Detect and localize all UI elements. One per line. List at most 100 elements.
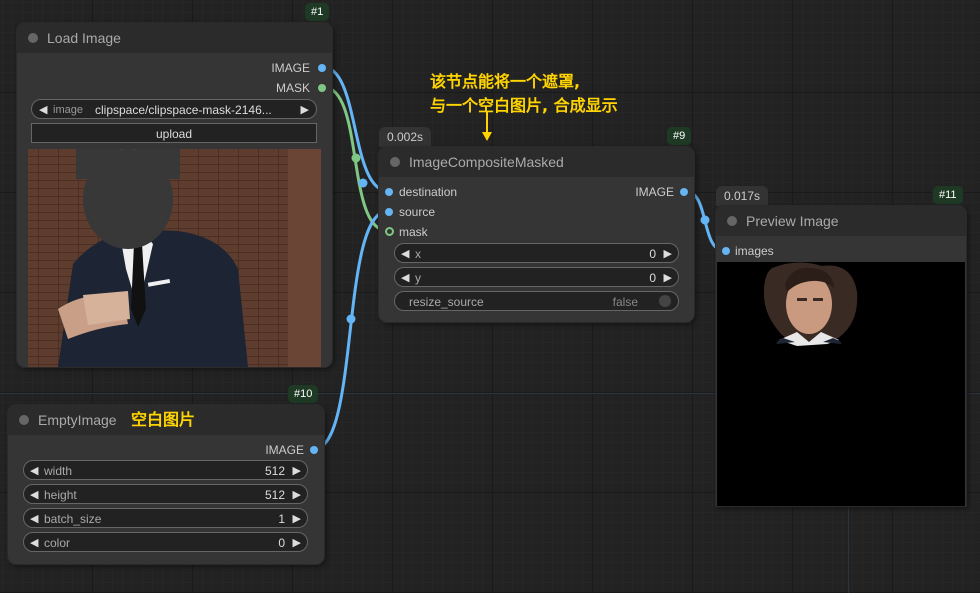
node-id-badge: #9 xyxy=(667,127,692,145)
widget-value: 0 xyxy=(649,271,656,285)
widget-value: 512 xyxy=(264,488,285,502)
execution-time-badge: 0.017s xyxy=(716,186,769,206)
widget-value: 512 xyxy=(264,464,285,478)
height-number-widget[interactable]: ◀ height 512 ▶ xyxy=(23,484,308,504)
link-midpoint[interactable] xyxy=(346,314,356,324)
widget-value: clipspace/clipspace-mask-2146... xyxy=(95,103,272,117)
widget-value: 0 xyxy=(649,247,656,261)
load-image-node[interactable]: Load Image IMAGE MASK ◀ image clipspace/… xyxy=(17,23,332,367)
input-label: source xyxy=(399,205,436,219)
link-midpoint[interactable] xyxy=(358,178,368,188)
input-slot-mask[interactable]: mask xyxy=(385,225,428,239)
collapse-dot-icon[interactable] xyxy=(19,415,29,425)
annotation-text: 该节点能将一个遮罩, 与一个空白图片, 合成显示 xyxy=(430,70,618,118)
preview-output-image xyxy=(717,262,965,506)
collapse-dot-icon[interactable] xyxy=(727,216,737,226)
output-pin-icon[interactable] xyxy=(310,446,318,454)
collapse-dot-icon[interactable] xyxy=(28,33,38,43)
y-number-widget[interactable]: ◀ y 0 ▶ xyxy=(394,267,679,287)
suit-photo-image xyxy=(28,149,321,367)
input-slot-source[interactable]: source xyxy=(385,205,436,219)
input-slot-images[interactable]: images xyxy=(722,244,774,258)
widget-label: x xyxy=(415,247,421,261)
output-label: IMAGE xyxy=(635,185,674,199)
arrow-right-icon[interactable]: ▶ xyxy=(293,485,301,505)
node-title: Load Image xyxy=(47,30,121,46)
arrow-left-icon[interactable]: ◀ xyxy=(401,244,409,264)
input-pin-icon[interactable] xyxy=(385,208,393,216)
node-id-badge: #11 xyxy=(933,186,963,204)
arrow-left-icon[interactable]: ◀ xyxy=(39,100,47,120)
arrow-right-icon[interactable]: ▶ xyxy=(293,533,301,553)
input-label: destination xyxy=(399,185,458,199)
image-composite-masked-node[interactable]: ImageCompositeMasked destination source … xyxy=(379,147,694,322)
annotation-line-1: 该节点能将一个遮罩, xyxy=(430,72,581,91)
node-title: EmptyImage xyxy=(38,412,117,428)
widget-label: height xyxy=(44,488,77,502)
widget-label: y xyxy=(415,271,421,285)
collapse-dot-icon[interactable] xyxy=(390,157,400,167)
widget-value: false xyxy=(612,295,638,309)
face-composite-image xyxy=(763,262,858,346)
arrow-right-icon[interactable]: ▶ xyxy=(293,461,301,481)
widget-value: 1 xyxy=(278,512,285,526)
input-slot-destination[interactable]: destination xyxy=(385,185,458,199)
arrow-right-icon[interactable]: ▶ xyxy=(664,244,672,264)
output-slot-image[interactable]: IMAGE xyxy=(265,443,318,457)
execution-time-badge: 0.002s xyxy=(379,127,432,147)
grid-axis-line-vertical xyxy=(848,505,849,593)
widget-label: resize_source xyxy=(409,295,484,309)
image-select-widget[interactable]: ◀ image clipspace/clipspace-mask-2146...… xyxy=(31,99,317,119)
output-slot-mask[interactable]: MASK xyxy=(275,81,326,95)
arrow-left-icon[interactable]: ◀ xyxy=(30,533,38,553)
arrow-left-icon[interactable]: ◀ xyxy=(401,268,409,288)
batch-size-number-widget[interactable]: ◀ batch_size 1 ▶ xyxy=(23,508,308,528)
node-title: Preview Image xyxy=(746,213,839,229)
empty-image-node[interactable]: EmptyImage 空白图片 IMAGE ◀ width 512 ▶ ◀ he… xyxy=(8,405,324,564)
node-title-bar[interactable]: ImageCompositeMasked xyxy=(379,147,694,177)
x-number-widget[interactable]: ◀ x 0 ▶ xyxy=(394,243,679,263)
input-pin-icon[interactable] xyxy=(385,188,393,196)
node-canvas[interactable]: 该节点能将一个遮罩, 与一个空白图片, 合成显示 #1 Load Image I… xyxy=(0,0,980,593)
arrow-right-icon[interactable]: ▶ xyxy=(301,100,309,120)
node-id-badge: #1 xyxy=(305,3,330,21)
node-id-badge: #10 xyxy=(288,385,319,403)
output-label: MASK xyxy=(275,81,310,95)
input-pin-icon[interactable] xyxy=(385,227,394,236)
output-pin-icon[interactable] xyxy=(318,84,326,92)
arrow-left-icon[interactable]: ◀ xyxy=(30,461,38,481)
output-slot-image[interactable]: IMAGE xyxy=(271,61,326,75)
widget-label: color xyxy=(44,536,71,550)
arrow-right-icon[interactable]: ▶ xyxy=(293,509,301,529)
arrow-right-icon[interactable]: ▶ xyxy=(664,268,672,288)
arrow-left-icon[interactable]: ◀ xyxy=(30,509,38,529)
link-midpoint[interactable] xyxy=(700,215,710,225)
output-slot-image[interactable]: IMAGE xyxy=(635,185,688,199)
input-pin-icon[interactable] xyxy=(722,247,730,255)
toggle-knob-icon[interactable] xyxy=(659,295,671,307)
widget-label: width xyxy=(44,464,73,478)
image-preview xyxy=(28,149,321,367)
widget-label: batch_size xyxy=(44,512,102,526)
output-pin-icon[interactable] xyxy=(680,188,688,196)
input-label: mask xyxy=(399,225,428,239)
widget-label: image xyxy=(53,104,83,116)
annotation-line-2: 与一个空白图片, 合成显示 xyxy=(430,96,618,115)
node-title-bar[interactable]: EmptyImage 空白图片 xyxy=(8,405,324,435)
widget-value: 0 xyxy=(278,536,285,550)
input-label: images xyxy=(735,244,774,258)
node-title-bar[interactable]: Preview Image xyxy=(716,206,966,236)
node-title-bar[interactable]: Load Image xyxy=(17,23,332,53)
width-number-widget[interactable]: ◀ width 512 ▶ xyxy=(23,460,308,480)
arrow-left-icon[interactable]: ◀ xyxy=(30,485,38,505)
upload-button[interactable]: upload xyxy=(31,123,317,143)
resize-source-toggle[interactable]: resize_source false xyxy=(394,291,679,311)
output-label: IMAGE xyxy=(265,443,304,457)
link-midpoint[interactable] xyxy=(351,153,361,163)
preview-image-node[interactable]: Preview Image images xyxy=(716,206,966,506)
annotation-arrow xyxy=(482,112,492,141)
color-number-widget[interactable]: ◀ color 0 ▶ xyxy=(23,532,308,552)
output-pin-icon[interactable] xyxy=(318,64,326,72)
node-title: ImageCompositeMasked xyxy=(409,154,564,170)
annotation-empty-image: 空白图片 xyxy=(131,410,196,429)
